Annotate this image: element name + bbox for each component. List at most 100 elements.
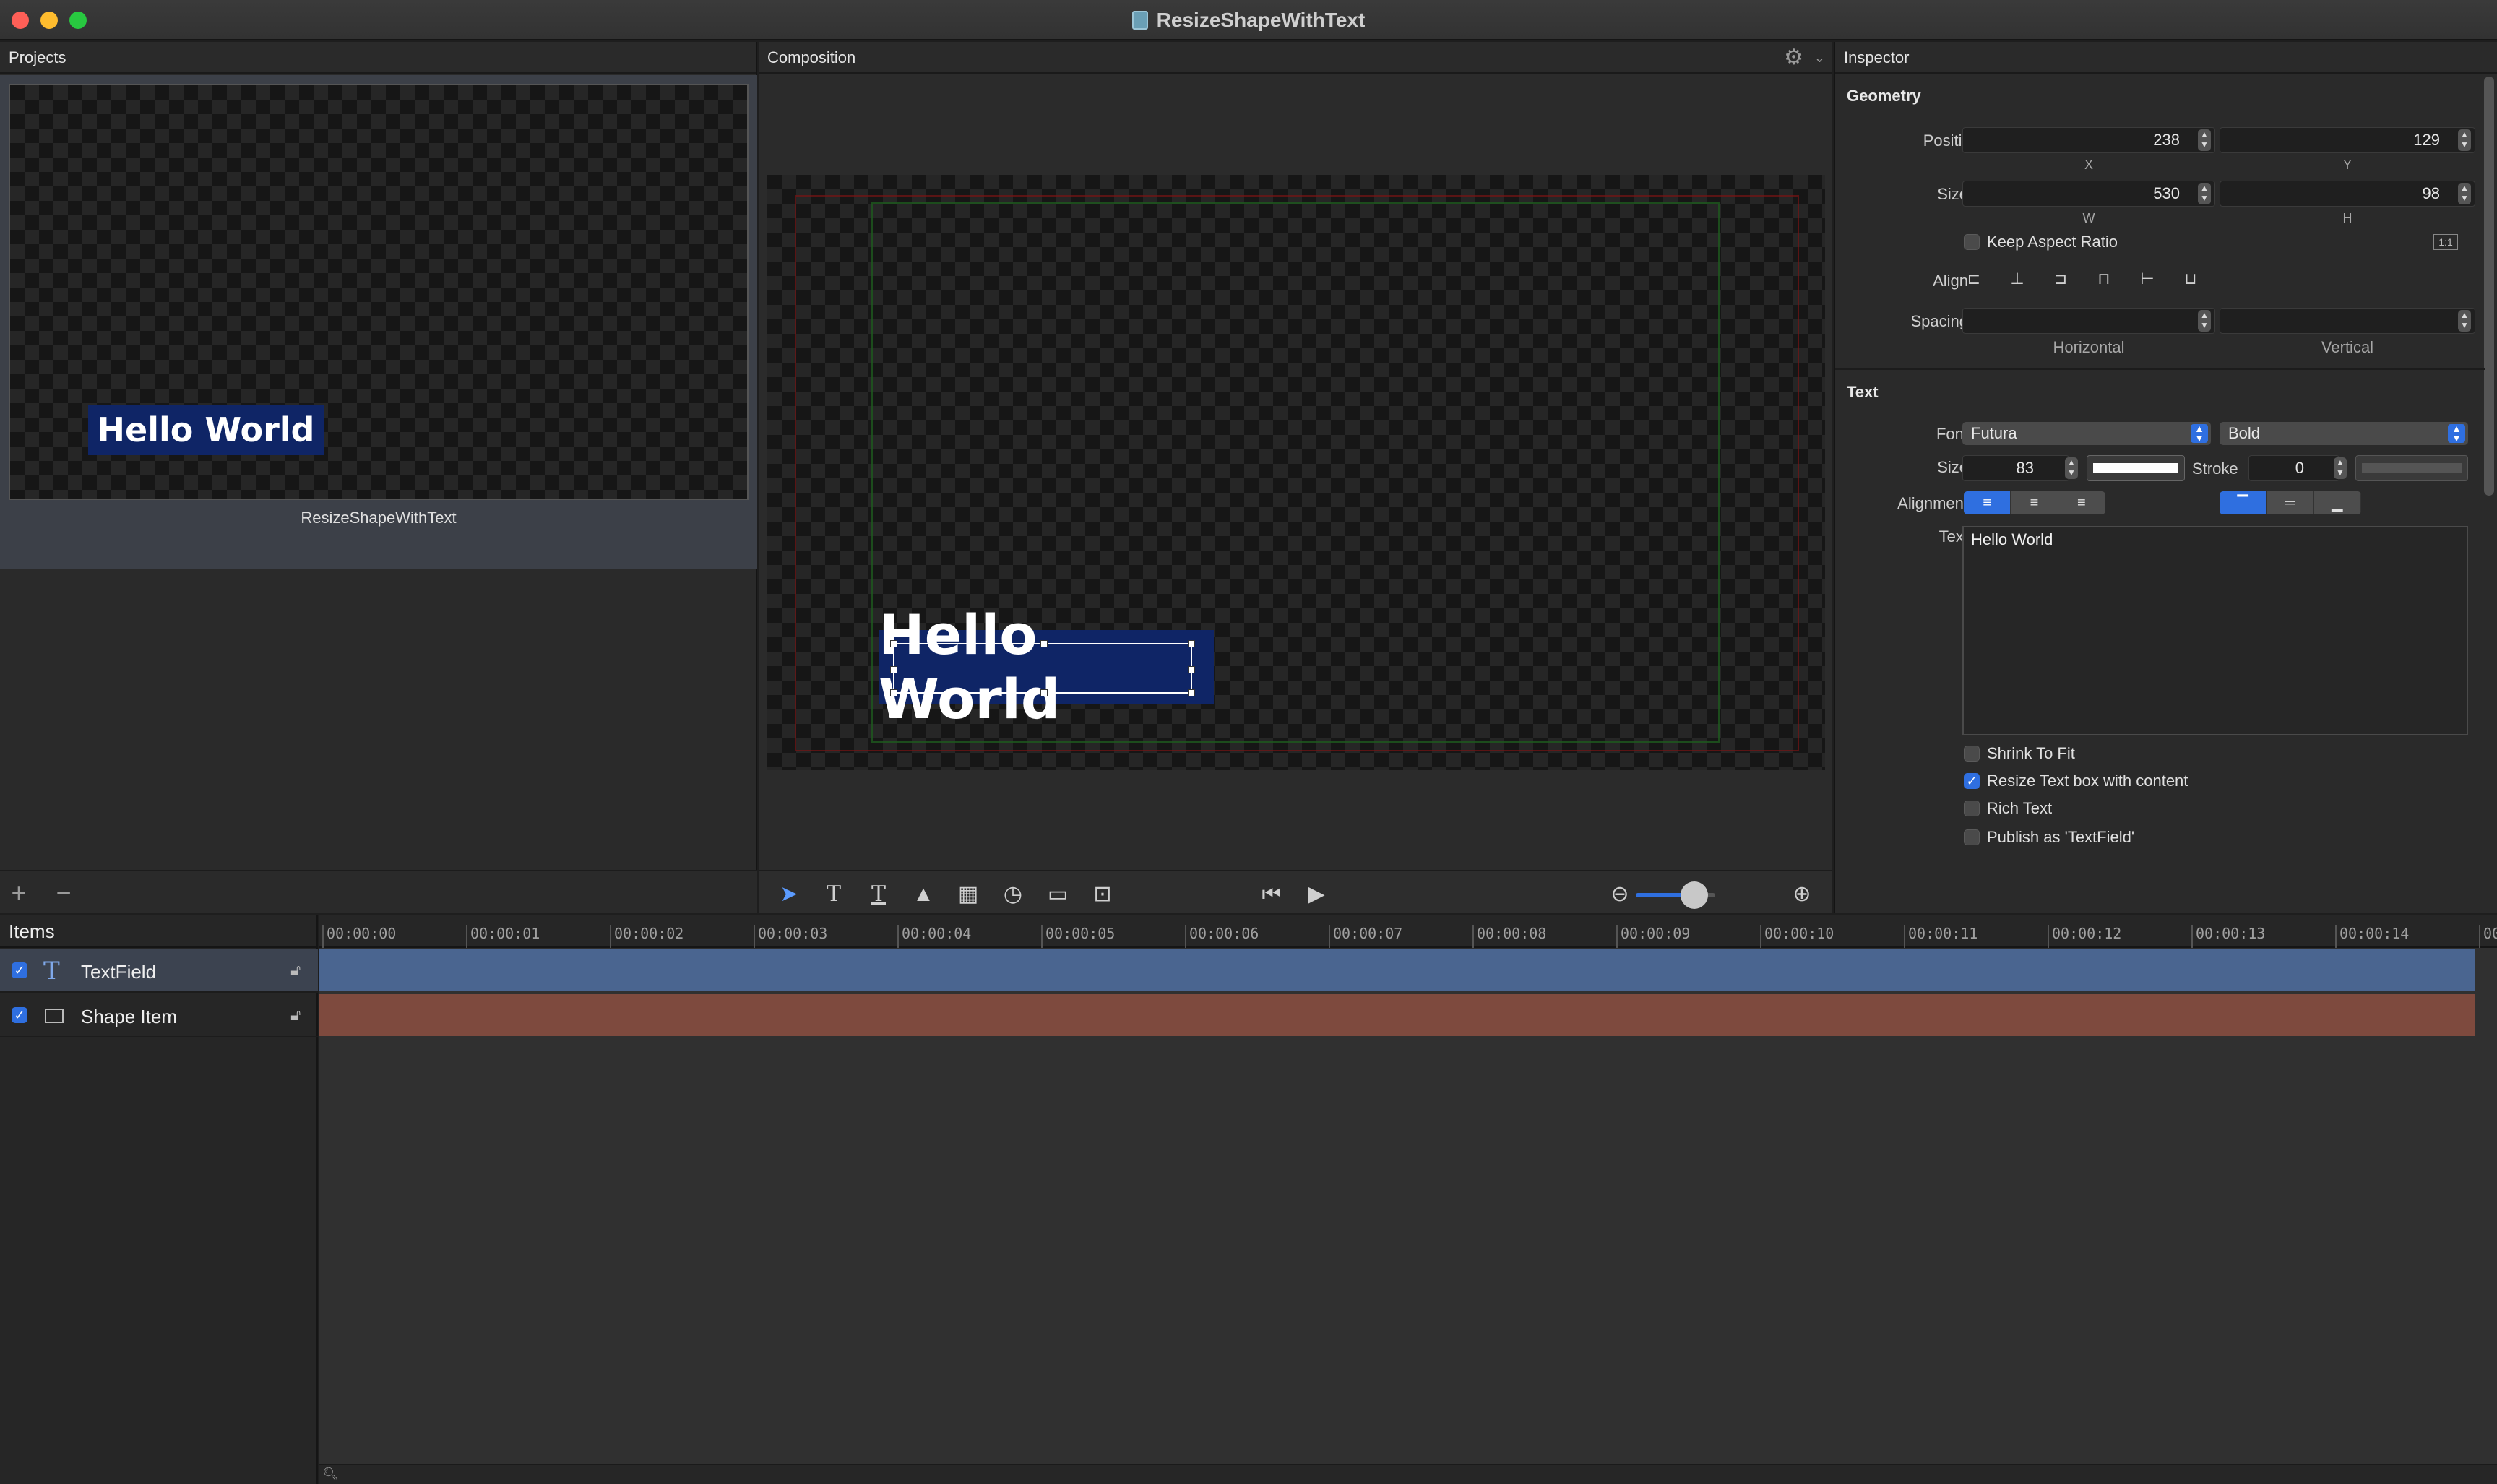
skip-to-start-icon[interactable]: ⏮ — [1257, 880, 1286, 909]
text-color-well[interactable] — [2087, 455, 2185, 481]
resize-handle[interactable] — [890, 689, 897, 696]
timeline[interactable]: 00:00:00 00:00:01 00:00:02 00:00:03 00:00:04… — [319, 915, 2497, 1484]
spacing-v-stepper[interactable]: ▲ ▼ — [2458, 310, 2471, 332]
height-stepper[interactable]: ▲ ▼ — [2458, 183, 2471, 204]
ruler-tick — [322, 925, 324, 948]
thumbnail-text: Hello World — [88, 405, 324, 455]
resize-handle[interactable] — [1188, 640, 1195, 647]
position-y-field[interactable]: 129 — [2220, 127, 2475, 153]
chevron-down-icon[interactable]: ⌄ — [1814, 42, 1825, 74]
position-x-stepper[interactable]: ▲ ▼ — [2198, 129, 2211, 151]
item-row-shape[interactable]: ✓ Shape Item 🔓︎ — [0, 994, 318, 1037]
resize-handle[interactable] — [890, 666, 897, 673]
pointer-icon[interactable]: ➤ — [775, 880, 803, 909]
position-x-field[interactable]: 238 — [1962, 127, 2215, 153]
font-popup[interactable]: Futura ▲ ▼ — [1962, 422, 2211, 445]
resize-text-box-checkbox[interactable]: ✓ — [1964, 773, 1980, 789]
keep-aspect-checkbox[interactable] — [1964, 234, 1980, 250]
spacing-vertical-field[interactable] — [2220, 308, 2475, 334]
horizontal-alignment-control[interactable]: ≡ ≡ ≡ — [1964, 491, 2105, 514]
ruler-tick-label: 00:00:01 — [470, 925, 540, 942]
align-text-center-icon[interactable]: ≡ — [2011, 491, 2058, 514]
size-label: Size — [1937, 185, 1968, 203]
play-icon[interactable]: ▶ — [1302, 880, 1331, 909]
text-tool-icon[interactable]: T — [819, 880, 848, 909]
item-visible-checkbox[interactable]: ✓ — [12, 962, 27, 978]
time-ruler[interactable]: 00:00:00 00:00:01 00:00:02 00:00:03 00:00:04… — [319, 915, 2497, 948]
align-center-v-icon[interactable]: ⊢ — [2137, 269, 2157, 289]
stroke-stepper[interactable]: ▲ ▼ — [2334, 457, 2347, 479]
text-content-field[interactable]: Hello World — [1962, 526, 2468, 735]
publish-checkbox[interactable] — [1964, 829, 1980, 845]
text-size-field[interactable]: 83 — [1962, 455, 2069, 481]
resize-handle[interactable] — [890, 640, 897, 647]
align-right-icon[interactable]: ⊐ — [2050, 269, 2071, 289]
align-text-top-icon[interactable]: ▔ — [2220, 491, 2267, 514]
stroke-field[interactable]: 0 — [2248, 455, 2339, 481]
y-label: Y — [2342, 158, 2352, 172]
ruler-tick — [610, 925, 611, 948]
textfield-track-bar[interactable] — [319, 949, 2475, 991]
text-size-stepper[interactable]: ▲ ▼ — [2065, 457, 2078, 479]
aspect-ratio-button[interactable]: 1:1 — [2433, 234, 2458, 250]
item-row-textfield[interactable]: ✓ T TextField 🔓︎ — [0, 949, 318, 993]
width-field[interactable]: 530 — [1962, 181, 2215, 207]
composition-toolbar: ➤ T T ▲ ▦ ◷ ▭ ⊡ ⏮ ▶ ⊖ ⊕ — [759, 870, 1832, 913]
align-text-middle-icon[interactable]: ═ — [2267, 491, 2314, 514]
ruler-tick-label: 00:00:06 — [1189, 925, 1259, 942]
align-text-left-icon[interactable]: ≡ — [1964, 491, 2011, 514]
shrink-to-fit-checkbox[interactable] — [1964, 746, 1980, 762]
rect-tool-icon[interactable]: ▭ — [1043, 880, 1072, 909]
align-bottom-icon[interactable]: ⊔ — [2181, 269, 2201, 289]
font-value: Futura — [1971, 424, 2017, 442]
text-box-tool-icon[interactable]: T — [864, 880, 893, 909]
project-item[interactable]: Hello World ResizeShapeWithText — [0, 75, 757, 569]
font-weight-popup[interactable]: Bold ▲ ▼ — [2220, 422, 2468, 445]
shrink-to-fit-label: Shrink To Fit — [1987, 744, 2075, 762]
project-thumbnail[interactable]: Hello World — [9, 84, 749, 500]
timeline-zoom-icon[interactable]: 🔍︎ — [322, 1467, 339, 1482]
align-text-right-icon[interactable]: ≡ — [2058, 491, 2105, 514]
timeline-scrollbar[interactable]: 🔍︎ — [319, 1464, 2497, 1484]
items-panel: Items ✓ T TextField 🔓︎ ✓ Shape Item 🔓︎ — [0, 915, 318, 1484]
unlock-icon[interactable]: 🔓︎ — [290, 1006, 301, 1024]
gear-icon[interactable]: ⚙ — [1784, 42, 1803, 74]
layout-tool-icon[interactable]: ⊡ — [1088, 880, 1117, 909]
align-text-bottom-icon[interactable]: ▁ — [2314, 491, 2361, 514]
zoom-in-icon[interactable]: ⊕ — [1787, 880, 1816, 909]
align-left-icon[interactable]: ⊏ — [1964, 269, 1984, 289]
ruler-tick — [1760, 925, 1761, 948]
selection-box[interactable] — [890, 640, 1195, 696]
shape-track-bar[interactable] — [319, 994, 2475, 1036]
width-stepper[interactable]: ▲ ▼ — [2198, 183, 2211, 204]
image-tool-icon[interactable]: ▲ — [909, 880, 938, 909]
horizontal-label: Horizontal — [2053, 338, 2125, 356]
zoom-slider[interactable] — [1636, 881, 1715, 909]
item-visible-checkbox[interactable]: ✓ — [12, 1007, 27, 1023]
inspector-scrollbar[interactable] — [2484, 77, 2494, 496]
zoom-out-icon[interactable]: ⊖ — [1605, 880, 1634, 909]
composition-panel: Composition ⚙ ⌄ Hello World ➤ T T ▲ ▦ ◷ … — [759, 42, 1832, 913]
zoom-slider-knob[interactable] — [1681, 881, 1708, 909]
remove-project-button[interactable]: − — [49, 880, 78, 906]
ruler-tick-label: 00 — [2483, 925, 2497, 942]
spacing-h-stepper[interactable]: ▲ ▼ — [2198, 310, 2211, 332]
resize-handle[interactable] — [1040, 689, 1048, 696]
rich-text-checkbox[interactable] — [1964, 801, 1980, 816]
resize-handle[interactable] — [1188, 666, 1195, 673]
ruler-tick-label: 00:00:05 — [1045, 925, 1116, 942]
add-project-button[interactable]: + — [4, 880, 33, 906]
position-y-stepper[interactable]: ▲ ▼ — [2458, 129, 2471, 151]
resize-handle[interactable] — [1040, 640, 1048, 647]
ruler-tick — [1041, 925, 1043, 948]
film-tool-icon[interactable]: ▦ — [954, 880, 983, 909]
height-field[interactable]: 98 — [2220, 181, 2475, 207]
resize-handle[interactable] — [1188, 689, 1195, 696]
align-top-icon[interactable]: ⊓ — [2094, 269, 2114, 289]
unlock-icon[interactable]: 🔓︎ — [290, 961, 301, 980]
clock-tool-icon[interactable]: ◷ — [999, 880, 1027, 909]
vertical-alignment-control[interactable]: ▔ ═ ▁ — [2220, 491, 2361, 514]
align-center-h-icon[interactable]: ⊥ — [2007, 269, 2027, 289]
spacing-horizontal-field[interactable] — [1962, 308, 2215, 334]
stroke-color-well[interactable] — [2355, 455, 2468, 481]
